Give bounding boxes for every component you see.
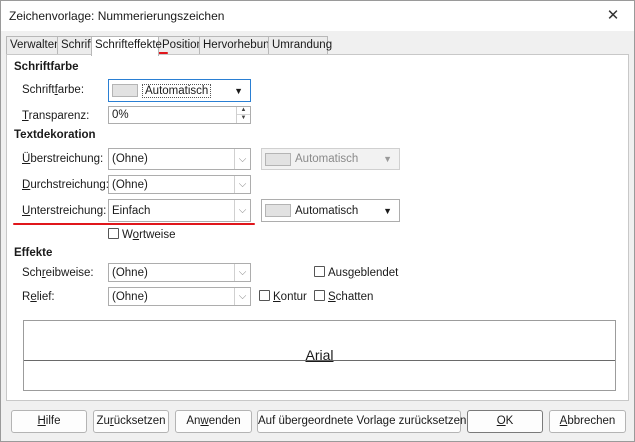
chevron-down-icon: ⌵ bbox=[234, 264, 250, 281]
overline-color-swatch bbox=[265, 153, 291, 166]
dialog-window: Zeichenvorlage: Nummerierungszeichen ✕ V… bbox=[0, 0, 635, 442]
font-color-swatch bbox=[112, 84, 138, 97]
transparency-spinner[interactable]: 0% ▲ ▼ bbox=[108, 106, 251, 124]
dropdown-arrow-icon: ▼ bbox=[234, 85, 243, 96]
chevron-down-icon: ⌵ bbox=[234, 200, 250, 221]
underline-color-button[interactable]: Automatisch ▼ bbox=[261, 199, 400, 222]
checkbox-icon bbox=[259, 290, 270, 301]
strikethrough-label: Durchstreichung: bbox=[22, 179, 109, 191]
relief-select[interactable]: (Ohne) ⌵ bbox=[108, 287, 251, 306]
title-bar: Zeichenvorlage: Nummerierungszeichen ✕ bbox=[1, 1, 634, 31]
font-color-button[interactable]: Automatisch ▼ bbox=[108, 79, 251, 102]
section-schriftfarbe: Schriftfarbe bbox=[14, 61, 79, 73]
ok-button[interactable]: OK bbox=[467, 410, 543, 433]
case-select[interactable]: (Ohne) ⌵ bbox=[108, 263, 251, 282]
underline-annotation bbox=[13, 223, 255, 225]
wordwise-checkbox[interactable]: Wortweise bbox=[108, 228, 176, 241]
transparency-value: 0% bbox=[112, 109, 129, 121]
dropdown-arrow-icon: ▼ bbox=[383, 154, 392, 164]
section-textdekoration: Textdekoration bbox=[14, 129, 96, 141]
checkbox-icon bbox=[314, 266, 325, 277]
case-label: Schreibweise: bbox=[22, 267, 94, 279]
checkbox-icon bbox=[314, 290, 325, 301]
underline-value: Einfach bbox=[112, 204, 151, 217]
tab-schrift[interactable]: Schrift bbox=[57, 36, 94, 55]
case-value: (Ohne) bbox=[112, 266, 148, 279]
underline-color-value: Automatisch bbox=[295, 204, 359, 217]
reset-to-parent-button[interactable]: Auf übergeordnete Vorlage zurücksetzen bbox=[257, 410, 466, 433]
reset-button[interactable]: Zurücksetzen bbox=[93, 410, 169, 433]
hidden-checkbox[interactable]: Ausgeblendet bbox=[314, 266, 398, 279]
chevron-down-icon: ⌵ bbox=[234, 288, 250, 305]
strikethrough-value: (Ohne) bbox=[112, 178, 148, 191]
close-icon[interactable]: ✕ bbox=[598, 3, 628, 29]
relief-value: (Ohne) bbox=[112, 290, 148, 303]
overline-color-value: Automatisch bbox=[295, 153, 359, 165]
shadow-checkbox[interactable]: Schatten bbox=[314, 290, 373, 303]
dropdown-arrow-icon: ▼ bbox=[383, 205, 392, 216]
overline-select[interactable]: (Ohne) ⌵ bbox=[108, 148, 251, 170]
font-color-label: Schriftfarbe: bbox=[22, 84, 85, 96]
preview-text: Arial bbox=[305, 347, 334, 363]
underline-label: Unterstreichung: bbox=[22, 205, 107, 217]
overline-value: (Ohne) bbox=[112, 153, 148, 165]
underline-color-swatch bbox=[265, 204, 291, 217]
apply-button[interactable]: Anwenden bbox=[175, 410, 252, 433]
strikethrough-select[interactable]: (Ohne) ⌵ bbox=[108, 175, 251, 194]
checkbox-icon bbox=[108, 228, 119, 239]
transparency-label: Transparenz: bbox=[22, 110, 90, 122]
underline-select[interactable]: Einfach ⌵ bbox=[108, 199, 251, 222]
relief-label: Relief: bbox=[22, 291, 55, 303]
help-button[interactable]: Hilfe bbox=[11, 410, 87, 433]
spinner-buttons: ▲ ▼ bbox=[236, 107, 250, 123]
tab-schrifteffekte[interactable]: Schrifteffekte bbox=[91, 36, 162, 56]
tab-umrandung[interactable]: Umrandung bbox=[268, 36, 332, 55]
preview-area: Arial bbox=[23, 320, 616, 391]
tab-hervorhebung[interactable]: Hervorhebung bbox=[199, 36, 276, 55]
cancel-button[interactable]: Abbrechen bbox=[549, 410, 626, 433]
window-title: Zeichenvorlage: Nummerierungszeichen bbox=[9, 9, 225, 23]
spin-down-icon[interactable]: ▼ bbox=[237, 115, 250, 123]
overline-color-button[interactable]: Automatisch ▼ bbox=[261, 148, 400, 170]
chevron-down-icon: ⌵ bbox=[234, 176, 250, 193]
outline-checkbox[interactable]: Kontur bbox=[259, 290, 307, 303]
overline-label: Überstreichung: bbox=[22, 153, 104, 165]
section-effekte: Effekte bbox=[14, 247, 53, 259]
tab-panel: Schriftfarbe Schriftfarbe: Automatisch ▼… bbox=[6, 54, 629, 401]
chevron-down-icon: ⌵ bbox=[234, 149, 250, 169]
spin-up-icon[interactable]: ▲ bbox=[237, 107, 250, 115]
tab-verwalten[interactable]: Verwalten bbox=[6, 36, 61, 55]
font-color-value: Automatisch bbox=[142, 83, 212, 98]
